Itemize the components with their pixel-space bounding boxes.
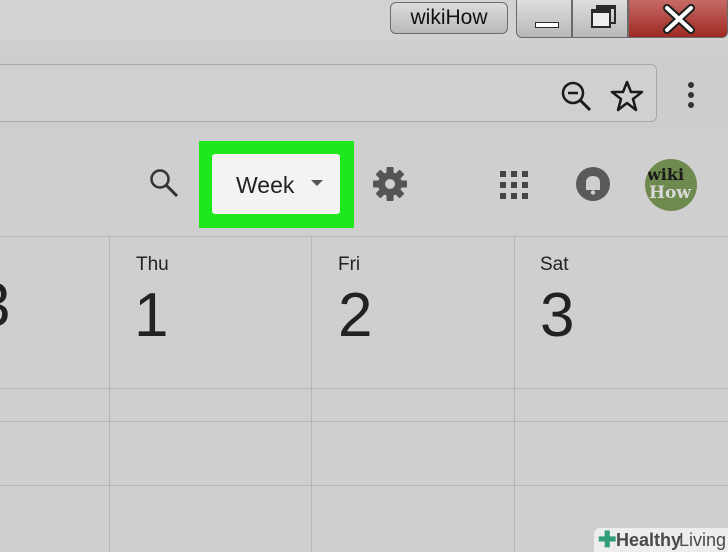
partial-day-number: 3 xyxy=(0,270,10,341)
search-icon[interactable] xyxy=(147,166,181,200)
view-selector-label: Week xyxy=(236,172,295,198)
star-icon[interactable] xyxy=(610,79,644,113)
avatar-text-bottom: How xyxy=(649,183,692,203)
apps-grid-icon[interactable] xyxy=(499,170,529,200)
grid-line xyxy=(0,421,728,422)
badge-living-text: Living xyxy=(679,530,727,550)
column-divider xyxy=(109,236,110,552)
chevron-down-icon xyxy=(311,180,323,186)
day-number[interactable]: 2 xyxy=(338,280,372,351)
restore-button[interactable] xyxy=(572,0,628,38)
column-divider xyxy=(514,236,515,552)
window-label: wikiHow xyxy=(390,2,508,34)
restore-icon-front xyxy=(591,9,611,28)
minimize-button[interactable] xyxy=(516,0,572,38)
plus-icon: ✚ xyxy=(598,527,617,552)
zoom-out-icon[interactable] xyxy=(560,80,594,114)
day-name: Fri xyxy=(338,254,361,275)
column-divider xyxy=(311,236,312,552)
day-number[interactable]: 1 xyxy=(134,280,168,351)
avatar[interactable]: wiki How xyxy=(645,159,697,211)
close-button[interactable] xyxy=(628,0,728,38)
healthy-living-badge: ✚ Healthy Living xyxy=(594,528,728,552)
badge-healthy-text: Healthy xyxy=(616,530,682,550)
calendar-header xyxy=(0,132,728,238)
day-name: Thu xyxy=(136,254,169,275)
day-name: Sat xyxy=(540,254,569,275)
address-field[interactable] xyxy=(0,64,657,122)
view-selector-button[interactable]: Week xyxy=(212,154,340,214)
bell-icon[interactable] xyxy=(575,166,611,202)
close-icon xyxy=(663,4,695,34)
grid-line xyxy=(0,485,728,486)
more-vert-icon[interactable] xyxy=(681,79,701,113)
day-number[interactable]: 3 xyxy=(540,280,574,351)
grid-line xyxy=(0,388,728,389)
gear-icon[interactable] xyxy=(370,164,410,204)
avatar-text-top: wiki xyxy=(647,165,685,184)
